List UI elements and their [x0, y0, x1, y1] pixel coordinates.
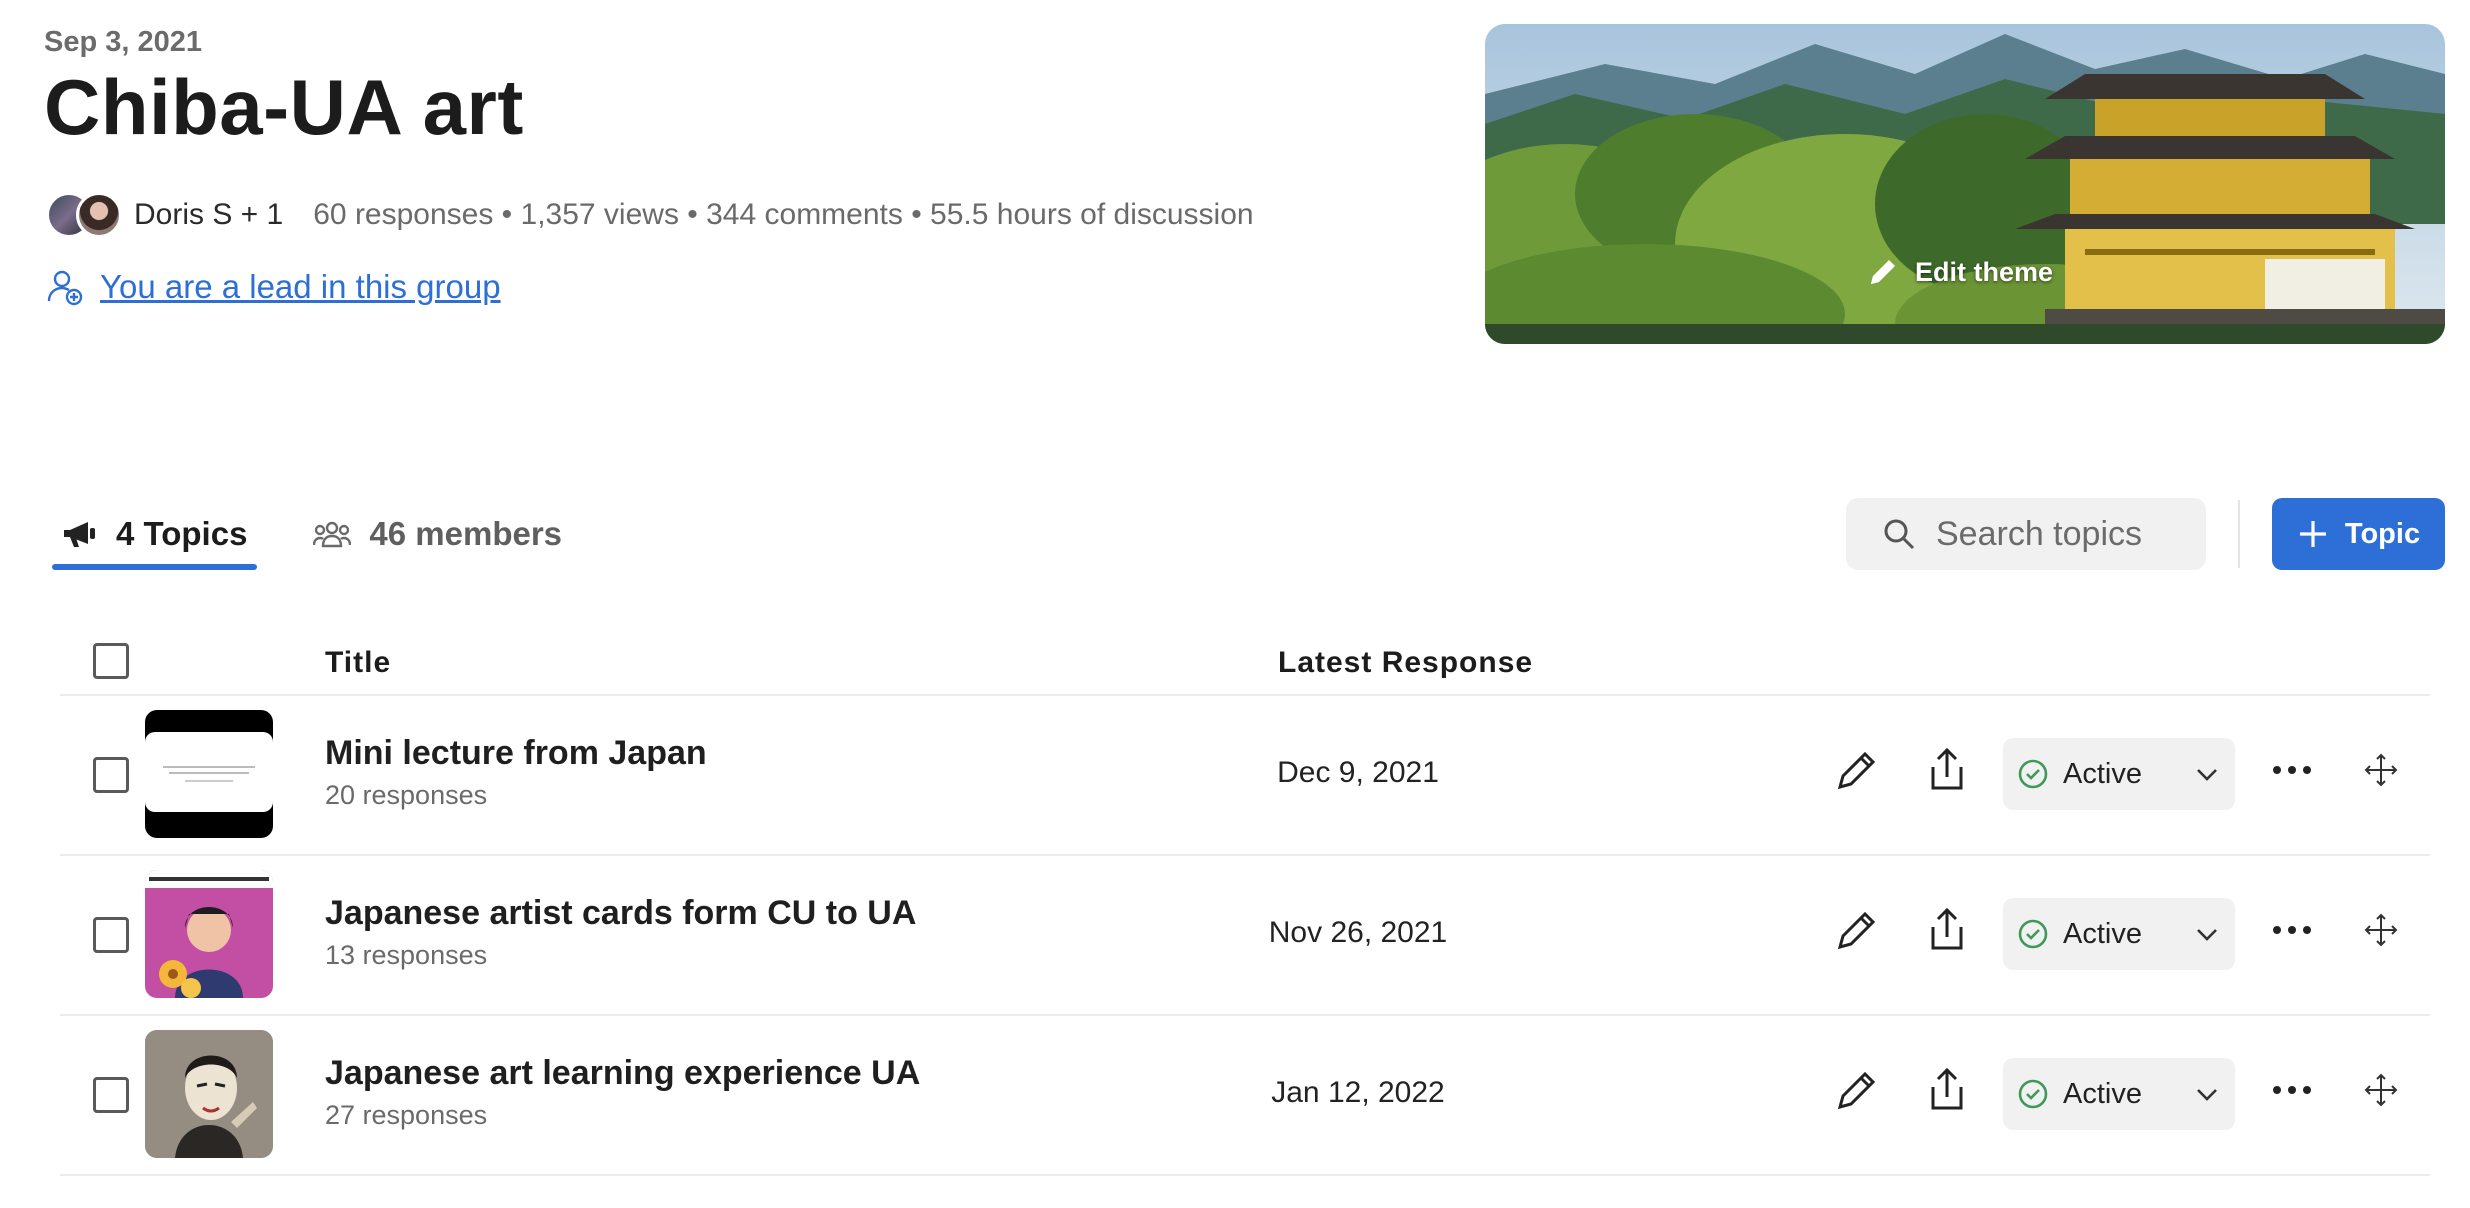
share-topic-button[interactable]	[1917, 900, 1977, 960]
row-checkbox[interactable]	[93, 917, 129, 953]
topic-date: Sep 3, 2021	[44, 26, 202, 58]
lecture-slide-image	[145, 710, 273, 838]
toolbar-divider	[2238, 500, 2240, 568]
megaphone-icon	[64, 522, 95, 547]
more-horizontal-icon	[2273, 926, 2311, 934]
table-row[interactable]: Mini lecture from Japan 20 responses Dec…	[60, 696, 2430, 856]
drag-handle[interactable]	[2351, 900, 2411, 960]
page-title: Chiba-UA art	[44, 63, 524, 151]
topic-title[interactable]: Japanese art learning experience UA	[325, 1054, 920, 1093]
lead-notice: You are a lead in this group	[46, 268, 501, 306]
edit-theme-button[interactable]: Edit theme	[1865, 254, 2053, 290]
row-checkbox[interactable]	[93, 1077, 129, 1113]
plus-icon	[2299, 521, 2326, 547]
topic-responses: 27 responses	[325, 1100, 488, 1130]
more-options-button[interactable]	[2262, 740, 2322, 800]
select-all-checkbox[interactable]	[93, 643, 129, 679]
tab-members[interactable]: 46 members	[313, 498, 562, 570]
group-stats: 60 responses • 1,357 views • 344 comment…	[313, 198, 1254, 231]
temple-landscape-image	[1485, 24, 2445, 344]
pencil-icon	[1837, 1071, 1876, 1110]
status-dropdown[interactable]: Active	[2003, 898, 2235, 970]
lead-link[interactable]: You are a lead in this group	[100, 268, 501, 306]
pencil-icon	[1871, 260, 1895, 284]
topic-thumbnail	[145, 710, 273, 838]
topic-thumbnail	[145, 870, 273, 998]
latest-response-date: Nov 26, 2021	[1268, 916, 1448, 949]
tab-members-label: 46 members	[369, 515, 563, 552]
chevron-down-icon	[2197, 769, 2217, 781]
table-row[interactable]: Japanese artist cards form CU to UA 13 r…	[60, 856, 2430, 1016]
share-topic-button[interactable]	[1917, 1060, 1977, 1120]
tab-bar: 4 Topics 46 members	[52, 498, 562, 570]
edit-topic-button[interactable]	[1827, 740, 1887, 800]
latest-response-date: Dec 9, 2021	[1277, 756, 1439, 789]
avatar-stack[interactable]	[46, 190, 128, 240]
row-checkbox[interactable]	[93, 757, 129, 793]
latest-response-date: Jan 12, 2022	[1271, 1076, 1445, 1109]
search-icon	[1884, 519, 1915, 550]
edit-topic-button[interactable]	[1827, 900, 1887, 960]
status-dropdown[interactable]: Active	[2003, 1058, 2235, 1130]
check-circle-icon	[2018, 1079, 2048, 1109]
table-row[interactable]: Japanese art learning experience UA 27 r…	[60, 1016, 2430, 1176]
search-box	[1846, 498, 2206, 570]
ukiyoe-portrait-image	[145, 1030, 273, 1158]
status-dropdown[interactable]: Active	[2003, 738, 2235, 810]
topic-responses: 13 responses	[325, 940, 488, 970]
more-options-button[interactable]	[2262, 900, 2322, 960]
topic-responses: 20 responses	[325, 780, 488, 810]
share-icon	[1931, 1067, 1963, 1110]
drag-handle[interactable]	[2351, 1060, 2411, 1120]
add-topic-label: Topic	[2344, 517, 2421, 550]
share-icon	[1931, 907, 1963, 950]
column-title: Title	[325, 646, 392, 679]
theme-image[interactable]: Edit theme	[1485, 24, 2445, 344]
tab-topics-label: 4 Topics	[116, 515, 248, 552]
move-icon	[2364, 753, 2398, 787]
search-input[interactable]	[1936, 514, 2196, 554]
column-latest-response: Latest Response	[1278, 646, 1534, 679]
status-label: Active	[2063, 757, 2142, 790]
share-topic-button[interactable]	[1917, 740, 1977, 800]
pencil-icon	[1837, 751, 1876, 790]
more-horizontal-icon	[2273, 766, 2311, 774]
user-badge-icon	[47, 270, 83, 306]
check-circle-icon	[2018, 919, 2048, 949]
topic-title[interactable]: Mini lecture from Japan	[325, 734, 707, 773]
drag-handle[interactable]	[2351, 740, 2411, 800]
chevron-down-icon	[2197, 1089, 2217, 1101]
topic-thumbnail	[145, 1030, 273, 1158]
table-header: Title Latest Response	[60, 628, 2430, 696]
meta-row: Doris S + 1 60 responses • 1,357 views •…	[46, 190, 1254, 240]
edit-theme-label: Edit theme	[1915, 256, 2054, 287]
owner-name[interactable]: Doris S + 1	[134, 198, 283, 232]
members-icon	[313, 521, 352, 548]
more-horizontal-icon	[2273, 1086, 2311, 1094]
more-options-button[interactable]	[2262, 1060, 2322, 1120]
pencil-icon	[1837, 911, 1876, 950]
avatar	[76, 192, 122, 238]
status-label: Active	[2063, 917, 2142, 950]
check-circle-icon	[2018, 759, 2048, 789]
tab-topics[interactable]: 4 Topics	[52, 498, 258, 570]
artist-card-image	[145, 870, 273, 998]
topic-title[interactable]: Japanese artist cards form CU to UA	[325, 894, 916, 933]
add-topic-button[interactable]: Topic	[2272, 498, 2445, 570]
status-label: Active	[2063, 1077, 2142, 1110]
share-icon	[1931, 747, 1963, 790]
edit-topic-button[interactable]	[1827, 1060, 1887, 1120]
move-icon	[2364, 1073, 2398, 1107]
move-icon	[2364, 913, 2398, 947]
chevron-down-icon	[2197, 929, 2217, 941]
